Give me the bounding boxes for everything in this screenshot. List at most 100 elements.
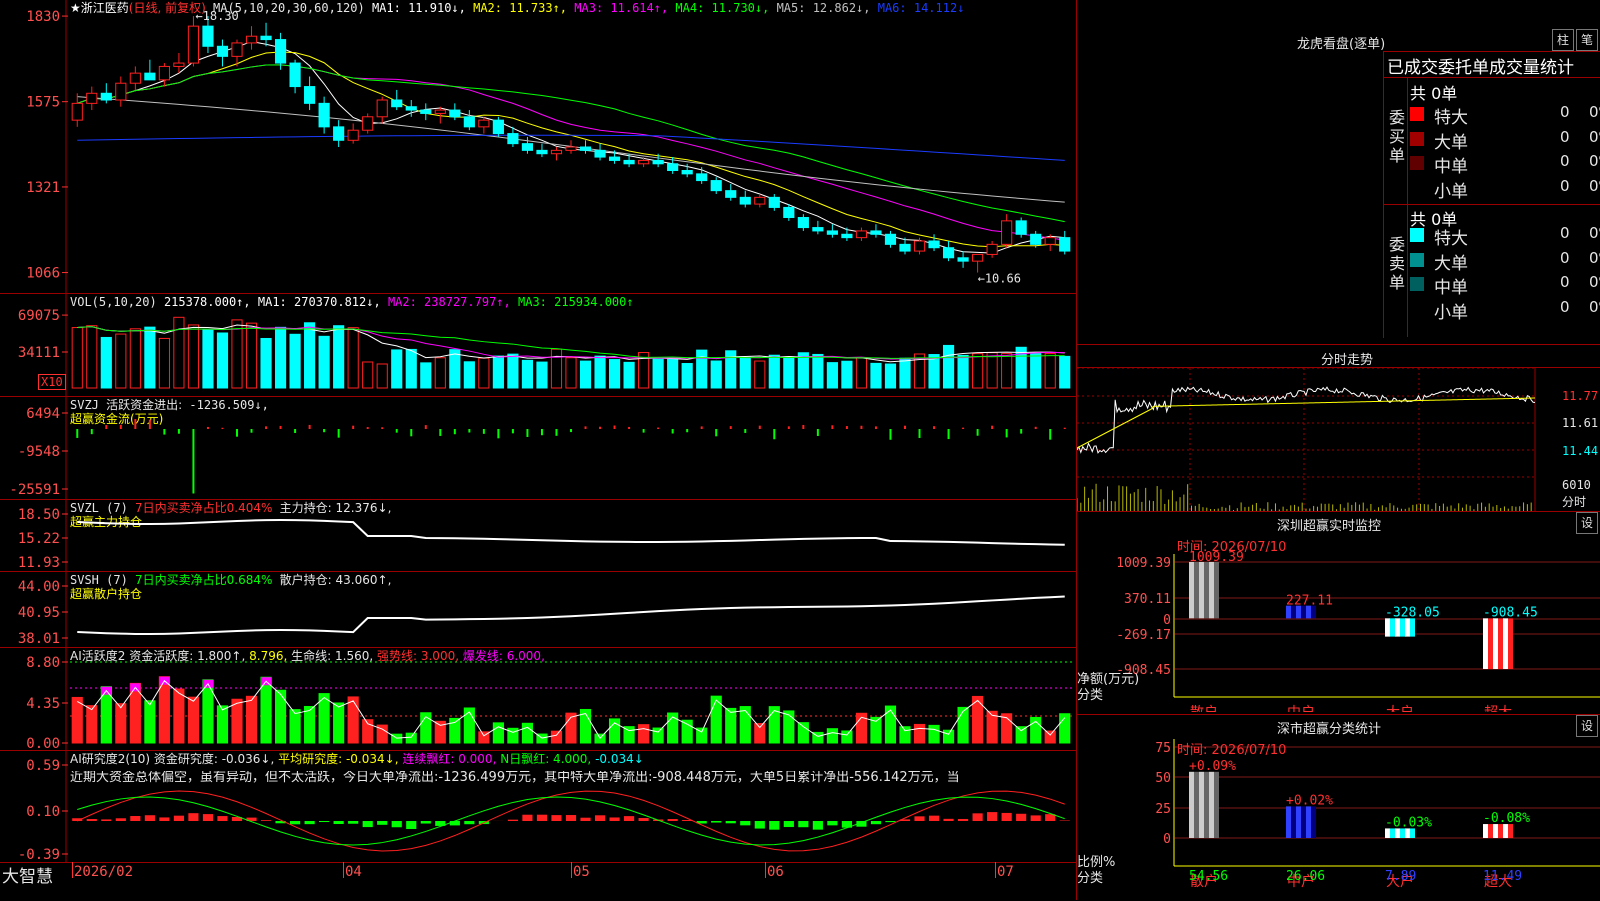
volume-bar	[1002, 354, 1012, 388]
activity-bar	[900, 727, 910, 743]
candle-body	[740, 197, 750, 204]
research-bar	[363, 821, 373, 827]
candle-body	[827, 231, 837, 234]
candle-body	[334, 127, 344, 140]
volume-bar	[827, 363, 837, 388]
candle-body	[856, 231, 866, 238]
flow-bar	[105, 425, 107, 429]
svsh-panel[interactable]: SVSH (7) 7日内买卖净占比0.684% 散户持仓: 43.060↑, 超…	[0, 572, 1076, 648]
lh-row-name: 小单	[1434, 298, 1468, 323]
candle-body	[232, 43, 242, 56]
candle-body	[217, 46, 227, 56]
candle-body	[1016, 221, 1026, 234]
candle-body	[900, 244, 910, 251]
research-bar	[537, 815, 547, 821]
flow-bar	[962, 428, 964, 429]
research-bar	[551, 815, 561, 821]
lh-sell-label: 委卖单	[1389, 235, 1407, 292]
research-bar	[668, 819, 678, 821]
svzj-panel[interactable]: SVZJ 活跃资金进出: -1236.509↓, 超赢资金流(万元) 6494-…	[0, 397, 1076, 500]
flow-bar	[338, 429, 340, 438]
flow-bar	[381, 427, 383, 429]
flow-bar	[178, 429, 180, 434]
flow-bar	[977, 429, 979, 436]
candle-body	[290, 63, 300, 86]
flow-bar	[526, 429, 528, 437]
volume-panel[interactable]: VOL(5,10,20) 215378.000↑, MA1: 270370.81…	[0, 294, 1076, 397]
research-bar	[929, 816, 939, 821]
volume-bar	[450, 350, 460, 388]
lh-row-percent: 0%	[1589, 177, 1600, 195]
lh-row: 中单00%	[1410, 152, 1600, 174]
fs-panel[interactable]: 分时走势 11.77 11.61 11.44 6010 分时	[1077, 344, 1600, 511]
research-bar	[827, 821, 837, 825]
svzl-chart: 18.5015.2211.93	[0, 500, 1076, 571]
category-label: 超大	[1484, 705, 1512, 712]
y-tick-label: -0.39	[18, 847, 60, 862]
volume-bar	[217, 333, 227, 388]
lh-title: 龙虎看盘(逐单)	[1297, 33, 1385, 52]
lh-row-swatch	[1410, 132, 1424, 146]
volume-bar	[145, 327, 155, 388]
category-bar	[1390, 618, 1395, 636]
lh-row-name: 中单	[1434, 273, 1468, 298]
lh-tick-toggle-button[interactable]: 笔	[1576, 29, 1598, 51]
volume-bar	[493, 356, 503, 388]
category-label: 大户	[1386, 704, 1414, 712]
research-bar	[1016, 814, 1026, 821]
flow-bar	[1006, 429, 1008, 437]
candle-body	[755, 197, 765, 204]
activity-bar	[740, 707, 750, 743]
y-tick-label: 1575	[26, 95, 60, 111]
volume-bar	[305, 323, 315, 388]
research-bar	[1002, 813, 1012, 821]
svzl-panel[interactable]: SVZL (7) 7日内买卖净占比0.404% 主力持仓: 12.376↓, 超…	[0, 500, 1076, 572]
candle-body	[203, 26, 213, 46]
activity-bar	[261, 677, 271, 743]
volume-bar	[1045, 354, 1055, 388]
kline-chart[interactable]: 1830157513211066←18.30←10.66	[0, 0, 1076, 293]
flow-bar	[919, 429, 921, 438]
activity-bar	[290, 710, 300, 743]
ai2-panel[interactable]: AI研究度2(10) 资金研究度: -0.036↓, 平均研究度: -0.034…	[0, 751, 1076, 863]
category-bar	[1400, 618, 1405, 636]
research-bar	[885, 821, 895, 822]
lh-bar-toggle-button[interactable]: 柱	[1552, 29, 1574, 51]
volume-bar	[987, 353, 997, 388]
candle-body	[624, 160, 634, 163]
research-bar	[203, 814, 213, 821]
flow-bar	[439, 429, 441, 436]
candle-body	[188, 26, 198, 63]
category-bar	[1291, 806, 1296, 838]
activity-bar	[217, 706, 227, 743]
lh-row-count: 0	[1560, 152, 1570, 170]
research-bar	[508, 820, 518, 821]
ai-panel[interactable]: AI活跃度2 资金活跃度: 1.800↑, 8.796, 生命线: 1.560,…	[0, 648, 1076, 751]
date-label: 2026/02	[74, 864, 133, 880]
activity-bar	[174, 689, 184, 743]
y-tick-label: 18.50	[18, 507, 60, 523]
volume-bar	[464, 362, 474, 388]
research-bar	[740, 821, 750, 825]
svzl-line	[77, 520, 1064, 545]
flow-bar	[207, 427, 209, 429]
candle-body	[595, 150, 605, 157]
flow-bar	[149, 420, 151, 429]
flow-bar	[134, 419, 136, 429]
volume-bar	[130, 329, 140, 388]
category-bar	[1508, 824, 1513, 838]
ss-chart: 7550250+0.09%散户54.56+0.02%中户26.06-0.03%大…	[1077, 715, 1600, 901]
bar-value-label: 227.11	[1286, 594, 1333, 609]
vol-unit: X10	[38, 374, 66, 390]
kline-panel[interactable]: ★浙江医药(日线, 前复权) MA(5,10,20,30,60,120) MA1…	[0, 0, 1076, 294]
lh-row-swatch	[1410, 253, 1424, 267]
flow-bar	[410, 429, 412, 436]
candle-body	[769, 197, 779, 207]
flow-bar	[497, 429, 499, 438]
activity-bar	[145, 701, 155, 743]
candle-body	[275, 40, 285, 64]
lh-row: 小单00%	[1410, 177, 1600, 199]
candle-body	[348, 130, 358, 140]
activity-bar	[1016, 727, 1026, 743]
candle-body	[1031, 234, 1041, 244]
